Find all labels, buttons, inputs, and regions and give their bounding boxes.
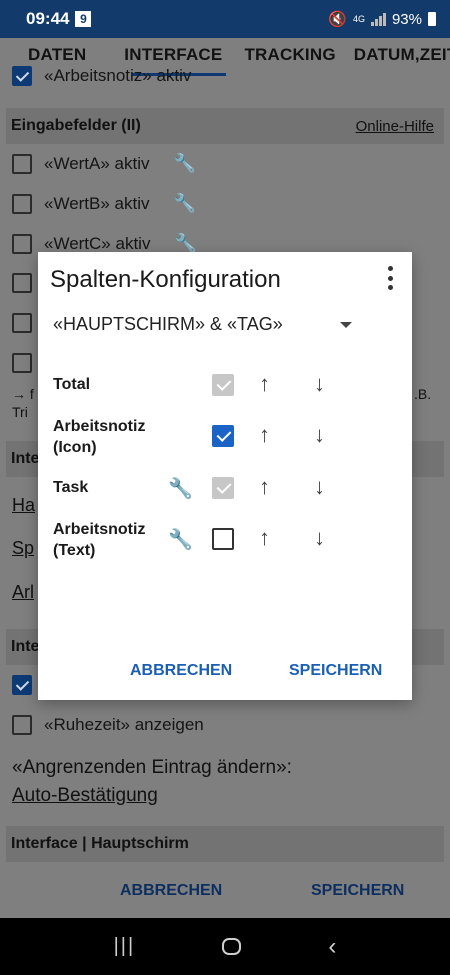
field-row-wertc[interactable]: «WertC» aktiv 🔧 (12, 233, 197, 254)
arbeitsnotiz-row[interactable]: «Arbeitsnotiz» aktiv (12, 66, 191, 86)
checkbox[interactable] (12, 66, 32, 86)
back-icon[interactable]: ‹ (328, 933, 336, 961)
move-up-icon[interactable]: ↑ (259, 371, 270, 397)
column-checkbox (212, 477, 234, 499)
checkbox[interactable] (12, 273, 32, 293)
home-icon[interactable] (222, 938, 242, 955)
move-up-icon[interactable]: ↑ (259, 474, 270, 500)
field-row-wertb[interactable]: «WertB» aktiv 🔧 (12, 193, 196, 214)
checkbox[interactable] (12, 715, 32, 735)
auto-bestaetigung-link[interactable]: Auto-Bestätigung (12, 785, 158, 807)
column-row-total: Total ↑ ↓ (38, 365, 412, 405)
column-config-dialog: Spalten-Konfiguration «HAUPTSCHIRM» & «T… (38, 252, 412, 700)
wrench-icon[interactable]: 🔧 (174, 193, 196, 214)
online-help-link[interactable]: Online-Hilfe (356, 118, 434, 135)
angrenzend-label: «Angrenzenden Eintrag ändern»: (12, 757, 292, 778)
dropdown-caret-icon[interactable] (340, 322, 352, 328)
status-bar: 09:44 9 🔇 4G 93% (0, 0, 450, 38)
bottom-actions: ABBRECHEN SPEICHERN (0, 870, 450, 914)
link-3[interactable]: Arl (12, 582, 34, 603)
wrench-icon[interactable]: 🔧 (174, 153, 196, 174)
column-label-2: (Icon) (53, 439, 97, 456)
navigation-bar: ||| ‹ (0, 918, 450, 975)
column-label: Arbeitsnotiz (53, 521, 146, 538)
status-right: 🔇 4G 93% (328, 10, 436, 28)
link-1[interactable]: Ha (12, 495, 35, 516)
status-time: 09:44 (26, 9, 70, 28)
link-2[interactable]: Sp (12, 538, 34, 559)
note-text-2: Tri (12, 404, 28, 420)
move-down-icon[interactable]: ↓ (314, 422, 325, 448)
column-checkbox (212, 374, 234, 396)
checkbox[interactable] (12, 675, 32, 695)
move-down-icon[interactable]: ↓ (314, 371, 325, 397)
more-options-icon[interactable] (386, 266, 394, 290)
column-label: Task (53, 479, 89, 496)
move-down-icon[interactable]: ↓ (314, 474, 325, 500)
recent-apps-icon[interactable]: ||| (114, 935, 136, 958)
checkbox[interactable] (12, 313, 32, 333)
cancel-button[interactable]: ABBRECHEN (130, 662, 232, 680)
save-button[interactable]: SPEICHERN (289, 662, 382, 680)
column-label: Total (53, 376, 91, 393)
note-text-right: .B. (414, 386, 432, 402)
move-up-icon[interactable]: ↑ (259, 422, 270, 448)
section-eingabefelder: Eingabefelder (II) Online-Hilfe (6, 108, 444, 144)
column-row-arbeitsnotiz-icon: Arbeitsnotiz (Icon) ↑ ↓ (38, 416, 412, 456)
section-hauptschirm: Interface | Hauptschirm (6, 826, 444, 862)
signal-icon (370, 12, 386, 26)
checkbox[interactable] (12, 193, 32, 214)
wrench-icon[interactable]: 🔧 (168, 476, 193, 501)
bg-save-button[interactable]: SPEICHERN (311, 882, 404, 900)
column-label: Arbeitsnotiz (53, 418, 146, 435)
bg-cancel-button[interactable]: ABBRECHEN (120, 882, 222, 900)
column-row-task: Task 🔧 ↑ ↓ (38, 468, 412, 508)
battery-icon (428, 12, 436, 26)
checkbox[interactable] (12, 353, 32, 373)
mute-icon: 🔇 (328, 11, 347, 28)
move-up-icon[interactable]: ↑ (259, 525, 270, 551)
screen-selector[interactable]: «HAUPTSCHIRM» & «TAG» (53, 314, 283, 335)
ruhezeit-row[interactable]: «Ruhezeit» anzeigen (12, 715, 204, 735)
network-indicator: 4G (352, 13, 365, 24)
checkbox[interactable] (12, 233, 32, 254)
notification-icon: 9 (75, 11, 92, 27)
move-down-icon[interactable]: ↓ (314, 525, 325, 551)
column-label-2: (Text) (53, 542, 96, 559)
column-checkbox[interactable] (212, 528, 234, 550)
field-row-werta[interactable]: «WertA» aktiv 🔧 (12, 153, 196, 174)
tab-datum-zeit[interactable]: DATUM,ZEIT (350, 38, 450, 76)
wrench-icon[interactable]: 🔧 (174, 233, 196, 254)
wrench-icon[interactable]: 🔧 (168, 527, 193, 552)
column-checkbox[interactable] (212, 425, 234, 447)
checkbox[interactable] (12, 153, 32, 174)
column-row-arbeitsnotiz-text: Arbeitsnotiz (Text) 🔧 ↑ ↓ (38, 519, 412, 559)
tab-tracking[interactable]: TRACKING (234, 38, 349, 76)
dialog-title: Spalten-Konfiguration (50, 266, 281, 293)
note-text: → f (12, 386, 34, 402)
battery-percent: 93% (391, 10, 422, 28)
